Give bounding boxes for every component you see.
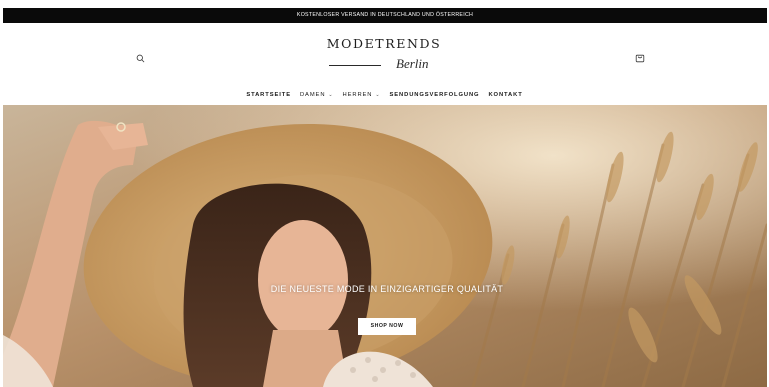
nav-item-label: DAMEN: [299, 92, 326, 98]
logo-title: MODETRENDS: [326, 36, 442, 51]
hero-banner: [3, 105, 767, 387]
shopping-bag-icon: [635, 54, 645, 63]
site-logo[interactable]: MODETRENDS Berlin: [318, 36, 450, 76]
hero-heading: DIE NEUESTE MODE IN EINZIGARTIGER QUALIT…: [270, 284, 504, 294]
logo-script: Berlin: [396, 56, 429, 71]
nav-item-sendungsverfolgung[interactable]: SENDUNGSVERFOLGUNG: [389, 92, 479, 98]
nav-item-label: SENDUNGSVERFOLGUNG: [389, 92, 480, 98]
nav-item-herren[interactable]: HERREN ⌄: [343, 92, 381, 98]
nav-item-label: HERREN: [342, 92, 373, 98]
site-header: MODETRENDS Berlin STARTSEITE DAMEN ⌄ HER…: [0, 23, 769, 105]
cart-button[interactable]: [632, 50, 648, 66]
nav-item-kontakt[interactable]: KONTAKT: [488, 92, 522, 98]
nav-item-damen[interactable]: DAMEN ⌄: [300, 92, 334, 98]
chevron-down-icon: ⌄: [375, 92, 381, 98]
announcement-bar: KOSTENLOSER VERSAND IN DEUTSCHLAND UND Ö…: [3, 8, 767, 23]
search-button[interactable]: [132, 50, 148, 66]
announcement-text: KOSTENLOSER VERSAND IN DEUTSCHLAND UND Ö…: [296, 12, 474, 18]
main-nav: STARTSEITE DAMEN ⌄ HERREN ⌄ SENDUNGSVERF…: [0, 89, 769, 101]
shop-now-button[interactable]: SHOP NOW: [358, 318, 416, 335]
nav-item-label: KONTAKT: [488, 92, 523, 98]
chevron-down-icon: ⌄: [328, 92, 334, 98]
nav-item-label: STARTSEITE: [246, 92, 291, 98]
nav-item-startseite[interactable]: STARTSEITE: [246, 92, 291, 98]
hero-image: [3, 105, 767, 387]
logo-divider: [329, 65, 381, 66]
search-icon: [136, 54, 144, 62]
